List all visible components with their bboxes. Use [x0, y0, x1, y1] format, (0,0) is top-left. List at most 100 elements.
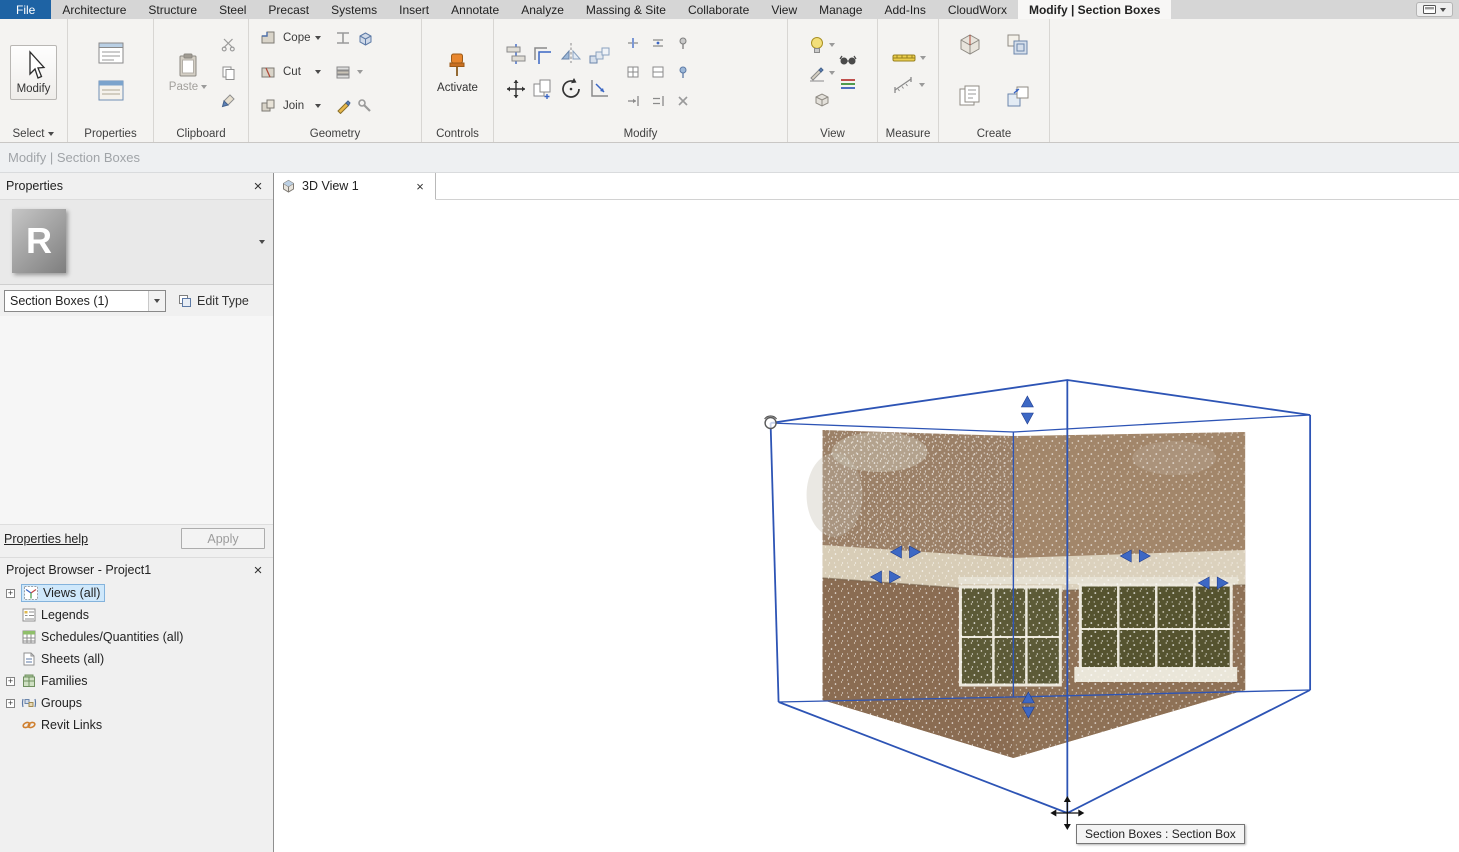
tree-item-groups[interactable]: + Groups	[0, 692, 273, 714]
cut-to-clipboard-button[interactable]	[217, 33, 239, 55]
properties-help-link[interactable]: Properties help	[4, 532, 88, 546]
tab-steel[interactable]: Steel	[208, 0, 257, 19]
copy-tool-icon[interactable]	[532, 78, 554, 100]
tab-manage[interactable]: Manage	[808, 0, 873, 19]
trim-icon[interactable]	[588, 78, 610, 100]
tree-item-views-selection[interactable]: Views (all)	[21, 584, 105, 602]
tab-systems[interactable]: Systems	[320, 0, 388, 19]
cut-button-label[interactable]: Cut	[283, 66, 311, 78]
create-assembly-icon[interactable]	[1005, 32, 1031, 58]
array-icon[interactable]	[588, 44, 610, 66]
view-tab-3d-view-1[interactable]: 3D View 1 ×	[275, 173, 436, 200]
aligned-dimension-button[interactable]	[892, 76, 925, 94]
hide-glasses-icon[interactable]	[839, 53, 857, 67]
measure-button[interactable]	[891, 50, 926, 66]
tree-item-views[interactable]: + Views (all)	[0, 582, 273, 604]
project-browser-close-button[interactable]: ×	[249, 561, 267, 579]
pin-icon[interactable]	[676, 65, 690, 79]
solid-cube-icon[interactable]	[357, 30, 374, 47]
chevron-down-icon[interactable]	[315, 104, 321, 108]
wall-layers-icon[interactable]	[335, 64, 351, 80]
tab-annotate[interactable]: Annotate	[440, 0, 510, 19]
paste-button[interactable]: Paste	[163, 48, 213, 97]
create-parts-icon[interactable]	[957, 32, 983, 58]
extend-multiple-icon[interactable]	[651, 94, 665, 108]
properties-close-button[interactable]: ×	[249, 177, 267, 195]
tab-architecture[interactable]: Architecture	[51, 0, 137, 19]
linework-button[interactable]	[808, 64, 835, 82]
move-icon[interactable]	[504, 77, 528, 101]
copy-to-clipboard-button[interactable]	[217, 61, 239, 83]
select-group-label[interactable]: Select	[0, 125, 67, 142]
tab-massing-site[interactable]: Massing & Site	[575, 0, 677, 19]
tab-file[interactable]: File	[0, 0, 51, 19]
properties-footer: Properties help Apply	[0, 525, 273, 552]
expand-icon[interactable]: +	[6, 677, 15, 686]
offset-icon[interactable]	[532, 44, 554, 66]
tab-precast[interactable]: Precast	[257, 0, 320, 19]
rotate-handle[interactable]	[765, 416, 777, 429]
scale-grid-icon[interactable]	[626, 65, 640, 79]
tree-item-revit-links[interactable]: Revit Links	[0, 714, 273, 736]
apply-button[interactable]: Apply	[181, 528, 265, 549]
join-button-label[interactable]: Join	[283, 100, 311, 112]
match-type-button[interactable]	[217, 89, 239, 111]
demolish-icon[interactable]	[651, 65, 665, 79]
join-button[interactable]	[257, 95, 279, 117]
split-gap-icon[interactable]	[651, 36, 665, 50]
unpin-icon[interactable]	[676, 36, 690, 50]
chevron-down-icon[interactable]	[315, 70, 321, 74]
delete-icon[interactable]	[676, 94, 690, 108]
chevron-down-icon[interactable]	[357, 70, 363, 74]
graphics-cube-icon[interactable]	[812, 92, 832, 108]
wrench-icon[interactable]	[357, 98, 373, 114]
combobox-dropdown-button[interactable]	[148, 291, 165, 311]
tree-item-schedules[interactable]: Schedules/Quantities (all)	[0, 626, 273, 648]
extend-icon[interactable]	[626, 94, 640, 108]
match-type-brush-icon	[221, 93, 236, 108]
split-icon[interactable]	[626, 36, 640, 50]
chevron-down-icon[interactable]	[315, 36, 321, 40]
expand-icon[interactable]: +	[6, 699, 15, 708]
filter-lines-icon[interactable]	[839, 77, 857, 91]
tab-structure[interactable]: Structure	[137, 0, 208, 19]
cope-button[interactable]	[257, 27, 279, 49]
tab-add-ins[interactable]: Add-Ins	[873, 0, 936, 19]
tab-view[interactable]: View	[760, 0, 808, 19]
type-selector[interactable]: R	[0, 199, 273, 285]
expand-icon[interactable]: +	[6, 589, 15, 598]
tab-collaborate[interactable]: Collaborate	[677, 0, 760, 19]
beam-icon[interactable]	[335, 30, 351, 46]
view-visibility-button[interactable]	[808, 36, 835, 54]
controls-group-label: Controls	[422, 125, 493, 142]
edit-type-button[interactable]: Edit Type	[172, 290, 255, 312]
align-icon[interactable]	[505, 43, 527, 65]
drawing-canvas[interactable]: Section Boxes : Section Box	[275, 200, 1459, 852]
tab-modify-section-boxes[interactable]: Modify | Section Boxes	[1018, 0, 1171, 19]
tab-cloudworx[interactable]: CloudWorx	[937, 0, 1018, 19]
create-group-icon[interactable]	[957, 84, 983, 110]
type-selector-dropdown-icon[interactable]	[259, 240, 265, 244]
type-filter-combobox[interactable]: Section Boxes (1)	[4, 290, 166, 312]
tree-item-legends[interactable]: Legends	[0, 604, 273, 626]
3d-view-icon	[281, 179, 296, 193]
mirror-icon[interactable]	[560, 42, 582, 64]
main-area: 3D View 1 ×	[275, 173, 1459, 852]
cut-geometry-button[interactable]	[257, 61, 279, 83]
type-properties-button[interactable]	[94, 77, 128, 105]
tree-item-sheets[interactable]: Sheets (all)	[0, 648, 273, 670]
modify-tool-button[interactable]: Modify	[10, 45, 58, 100]
tree-item-label: Families	[41, 674, 88, 688]
3d-scene[interactable]	[275, 200, 1459, 852]
view-tab-close-button[interactable]: ×	[411, 177, 429, 195]
properties-palette-button[interactable]	[94, 39, 128, 69]
tab-insert[interactable]: Insert	[388, 0, 440, 19]
paint-pencil-icon[interactable]	[335, 98, 351, 114]
tree-item-families[interactable]: + Families	[0, 670, 273, 692]
ribbon-display-options-button[interactable]	[1416, 2, 1453, 17]
cope-button-label[interactable]: Cope	[283, 32, 311, 44]
tab-analyze[interactable]: Analyze	[510, 0, 575, 19]
rotate-icon[interactable]	[558, 76, 584, 102]
create-similar-icon[interactable]	[1005, 84, 1031, 110]
activate-button[interactable]: Activate	[431, 47, 484, 98]
